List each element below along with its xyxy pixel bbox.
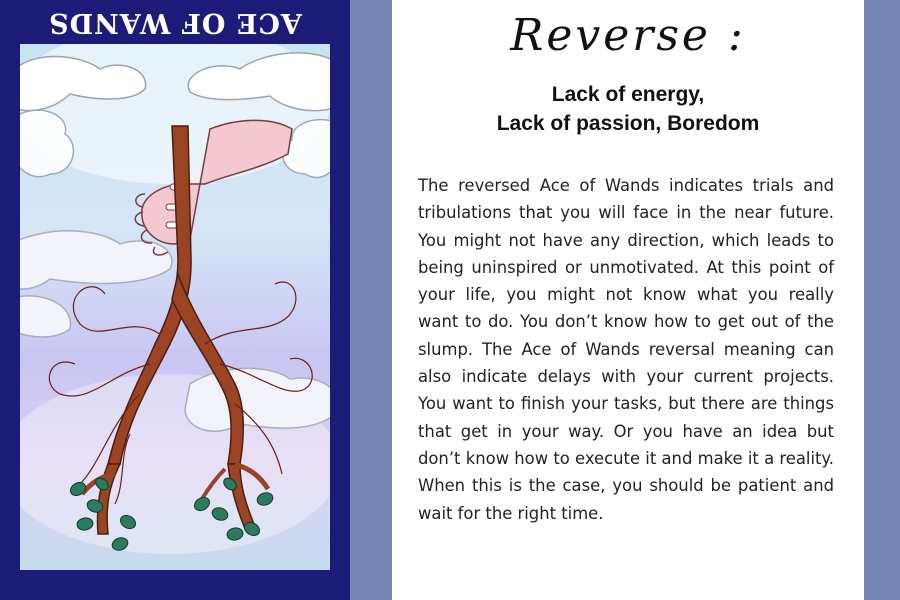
keywords-line-2: Lack of passion, Boredom bbox=[496, 112, 760, 135]
divider-strip bbox=[350, 0, 392, 600]
right-border-strip bbox=[864, 0, 900, 600]
reverse-heading: Reverse : bbox=[510, 10, 746, 61]
card-illustration bbox=[20, 44, 330, 570]
keywords-line-1: Lack of energy, bbox=[551, 83, 705, 106]
ace-of-wands-illustration bbox=[20, 44, 330, 554]
meaning-description: The reversed Ace of Wands indicates tria… bbox=[418, 176, 834, 523]
card-title: ACE OF WANDS bbox=[48, 7, 302, 38]
meaning-panel: Reverse : Lack of energy, Lack of passio… bbox=[392, 0, 864, 600]
keywords: Lack of energy, Lack of passion, Boredom bbox=[392, 80, 864, 138]
tarot-card: ACE OF WANDS bbox=[0, 0, 350, 600]
cloud-middle bbox=[20, 230, 173, 338]
